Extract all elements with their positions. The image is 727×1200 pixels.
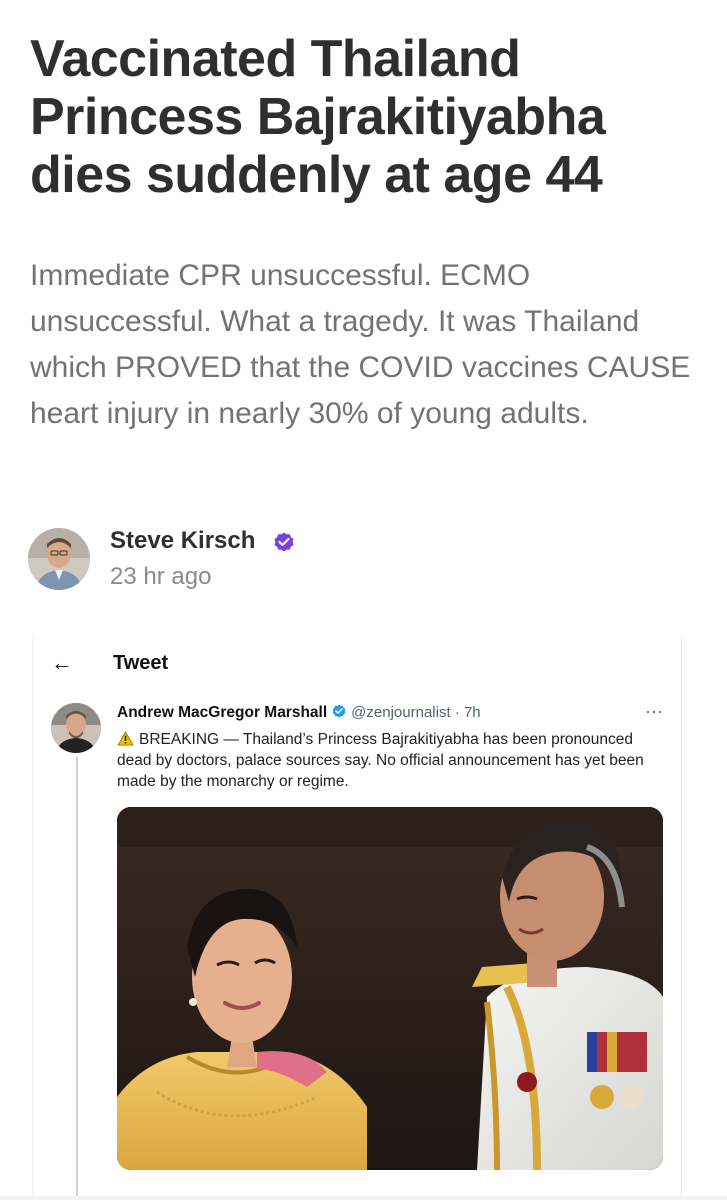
author-avatar[interactable]	[28, 528, 90, 590]
article-subtitle: Immediate CPR unsuccessful. ECMO unsucce…	[30, 259, 691, 430]
embedded-tweet[interactable]: ← Tweet Andrew MacGregor Marshall @zenjo…	[32, 637, 682, 1200]
tweet-photo[interactable]	[117, 807, 663, 1170]
article-title: Vaccinated Thailand Princess Bajrakitiya…	[30, 30, 606, 204]
tweet-text-body: BREAKING — Thailand’s Princess Bajrakiti…	[117, 731, 644, 790]
tweet-author-name[interactable]: Andrew MacGregor Marshall	[117, 704, 327, 721]
divider	[0, 1196, 727, 1200]
tweet-handle[interactable]: @zenjournalist · 7h	[351, 704, 480, 721]
warning-icon	[117, 731, 134, 746]
verified-badge-icon	[332, 704, 346, 718]
tweet-header-title: Tweet	[113, 652, 169, 674]
thread-line	[76, 757, 78, 1200]
tweet-meta: Andrew MacGregor Marshall @zenjournalist…	[117, 703, 677, 727]
tweet-text: BREAKING — Thailand’s Princess Bajrakiti…	[117, 729, 667, 792]
tweet-header: ← Tweet	[33, 637, 681, 689]
arrow-left-icon[interactable]: ←	[51, 651, 73, 675]
article: Vaccinated Thailand Princess Bajrakitiya…	[0, 0, 727, 1200]
more-options-icon[interactable]: ···	[645, 702, 663, 720]
author-name[interactable]: Steve Kirsch	[110, 526, 255, 556]
tweet-author-avatar[interactable]	[51, 703, 101, 753]
post-time: 23 hr ago	[110, 563, 212, 590]
verified-badge-icon	[274, 532, 294, 552]
author-byline[interactable]: Steve Kirsch 23 hr ago	[28, 526, 688, 592]
